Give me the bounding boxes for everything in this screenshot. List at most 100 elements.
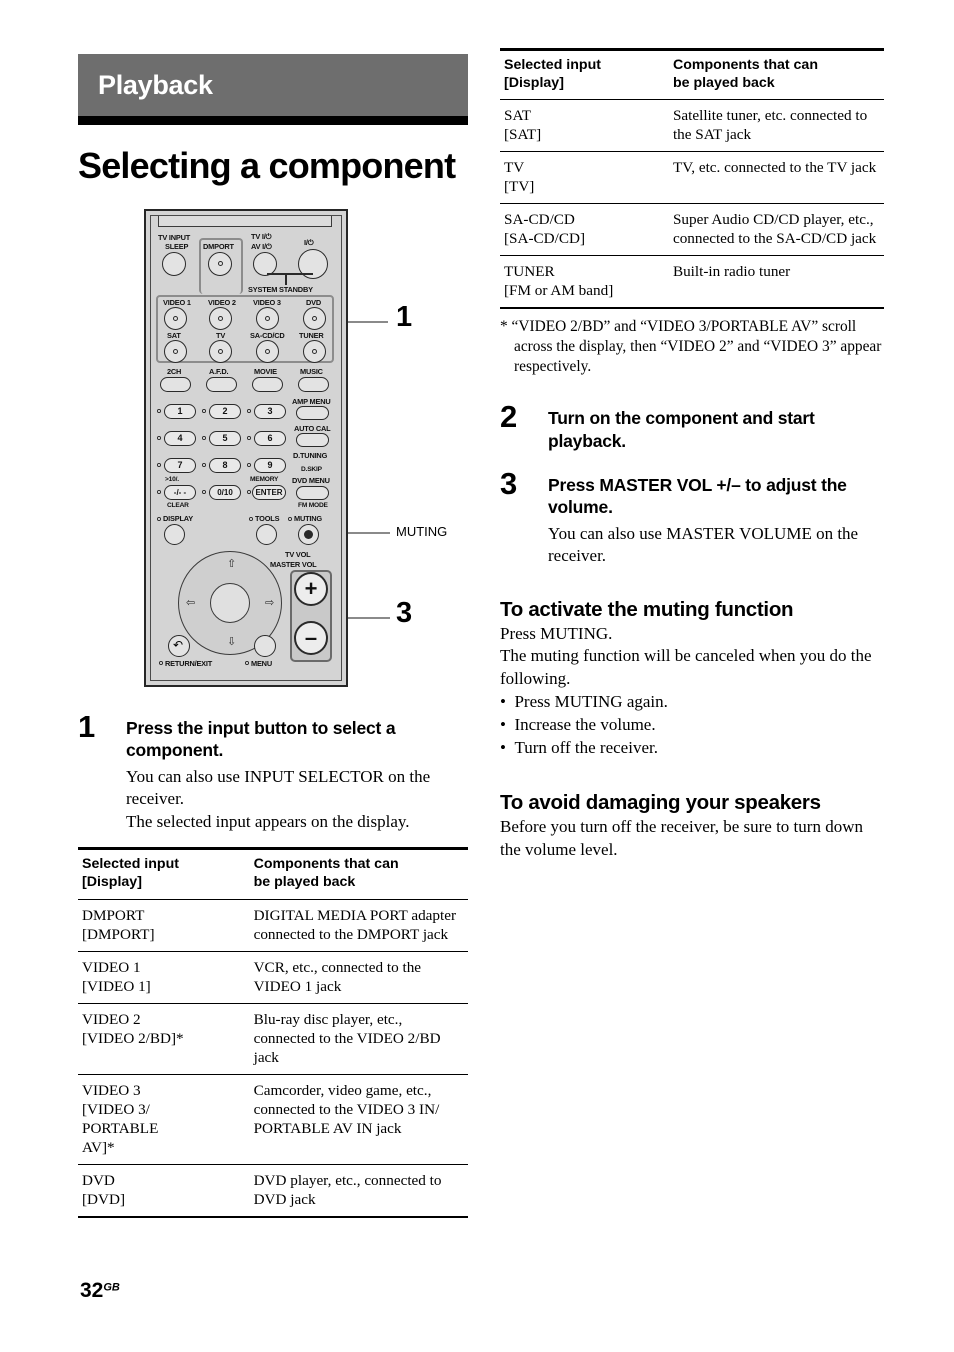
sacdcd-button[interactable] [256,339,279,363]
dvd-menu-button[interactable] [296,485,329,500]
num6-button[interactable]: 6 [254,430,286,446]
section-muting-para2: The muting function will be canceled whe… [500,646,872,689]
music-label: MUSIC [300,366,323,376]
ten-plus-dot-icon [157,489,161,494]
menu-button[interactable] [254,634,276,657]
tv-power-label: TV I/⏻ [251,231,272,241]
video1-button[interactable] [164,306,187,330]
cell-input: TUNER [FM or AM band] [500,255,669,310]
num7-dot-icon [157,462,161,467]
num1-dot-icon [157,408,161,413]
num8-button[interactable]: 8 [209,457,241,473]
master-vol-down-button[interactable]: – [294,620,328,655]
video3-button[interactable] [256,306,279,330]
table-row: TUNER [FM or AM band] Built-in radio tun… [500,255,884,310]
tuner-label: TUNER [299,330,324,340]
dpad-up-icon: ⇧ [227,556,237,570]
step-2-heading: Turn on the component and start playback… [548,408,815,451]
cell-input: SAT [SAT] [500,99,669,153]
auto-cal-button[interactable] [296,432,329,447]
chapter-banner: Playback [78,54,468,116]
return-arrow-icon: ↶ [173,637,184,652]
dvd-button[interactable] [303,306,326,330]
afd-button[interactable] [206,376,237,392]
right-column: Selected input [Display] Components that… [500,47,884,861]
fm-mode-label: FM MODE [298,501,328,509]
section-speakers-para1: Before you turn off the receiver, be sur… [500,817,863,859]
input-table-left: Selected input [Display] Components that… [78,847,468,1218]
table-row: VIDEO 1 [VIDEO 1] VCR, etc., connected t… [78,951,468,1004]
cell-input: DVD [DVD] [78,1164,250,1218]
display-button[interactable] [164,523,185,545]
afd-label: A.F.D. [209,366,229,376]
tv-button[interactable] [209,339,232,363]
2ch-label: 2CH [167,366,182,376]
header-line-1: Components that can [253,856,399,873]
sat-button[interactable] [164,339,187,363]
num5-button[interactable]: 5 [209,430,241,446]
section-speakers-heading: To avoid damaging your speakers [500,791,821,815]
2ch-button[interactable] [160,376,191,392]
num9-dot-icon [247,462,251,467]
cell-components: DVD player, etc., connected to DVD jack [249,1164,468,1218]
cell-components: DIGITAL MEDIA PORT adapter connected to … [249,899,468,952]
dmport-button[interactable] [208,251,232,276]
cell-input: VIDEO 2 [VIDEO 2/BD]* [78,1003,250,1075]
muting-button[interactable] [298,523,319,545]
amp-menu-label: AMP MENU [292,396,331,406]
enter-button[interactable]: ENTER [252,484,286,500]
video3-label: VIDEO 3 [253,297,281,307]
dpad-center-button[interactable] [210,582,250,623]
num6-dot-icon [247,435,251,440]
ten-plus-label: >10/. [165,475,179,483]
section-muting-heading: To activate the muting function [500,598,794,622]
table-header-row: Selected input [Display] Components that… [78,847,468,900]
auto-cal-label: AUTO CAL [294,423,331,433]
tv-label: TV [216,330,226,340]
amp-menu-button[interactable] [296,405,329,420]
num3-button[interactable]: 3 [254,403,286,419]
table-header-components: Components that can be played back [668,47,884,101]
num9-button[interactable]: 9 [254,457,286,473]
header-line-1: Selected input [504,57,601,73]
num7-button[interactable]: 7 [164,457,196,473]
step-1-number: 1 [78,708,96,744]
header-line-2: be played back [672,74,775,91]
list-item: Increase the volume. [500,714,884,737]
num2-button[interactable]: 2 [209,403,241,419]
table-row: TV [TV] TV, etc. connected to the TV jac… [500,151,884,205]
video1-label: VIDEO 1 [163,297,191,307]
movie-button[interactable] [252,376,283,392]
video2-button[interactable] [209,306,232,330]
cell-input: VIDEO 1 [VIDEO 1] [78,951,250,1004]
step-1-body: You can also use INPUT SELECTOR on the r… [126,766,431,831]
dpad-left-icon: ⇦ [186,595,196,609]
dpad-right-icon: ⇨ [265,595,275,609]
callout-inputs: 1 [396,300,413,333]
manual-page: Playback Selecting a component TV INPUT … [0,0,954,1352]
step-1-heading: Press the input button to select a compo… [126,717,396,761]
tuner-button[interactable] [303,339,326,363]
music-button[interactable] [298,376,329,392]
muting-button-center-icon [304,529,313,539]
num3-dot-icon [247,408,251,413]
callout-line-muting [348,531,390,535]
chapter-title: Playback [98,69,213,100]
cell-components: VCR, etc., connected to the VIDEO 1 jack [249,951,468,1004]
muting-label: MUTING [294,513,322,523]
dmport-label: DMPORT [203,241,234,251]
table-row: DMPORT [DMPORT] DIGITAL MEDIA PORT adapt… [78,899,468,952]
num4-button[interactable]: 4 [164,430,196,446]
tools-button[interactable] [256,523,277,545]
minus-dash-button[interactable]: -/- - [164,484,196,500]
num1-button[interactable]: 1 [164,403,196,419]
step-2: 2 Turn on the component and start playba… [500,401,884,452]
sacdcd-label: SA-CD/CD [250,330,285,340]
zero-ten-button[interactable]: 0/10 [209,484,241,500]
header-line-2: [Display] [82,874,142,891]
return-exit-button[interactable]: ↶ [168,634,190,657]
cell-components: Blu-ray disc player, etc., connected to … [249,1003,468,1075]
page-title: Selecting a component [78,145,456,186]
sleep-button[interactable] [162,251,186,276]
master-vol-up-button[interactable]: + [294,571,328,606]
